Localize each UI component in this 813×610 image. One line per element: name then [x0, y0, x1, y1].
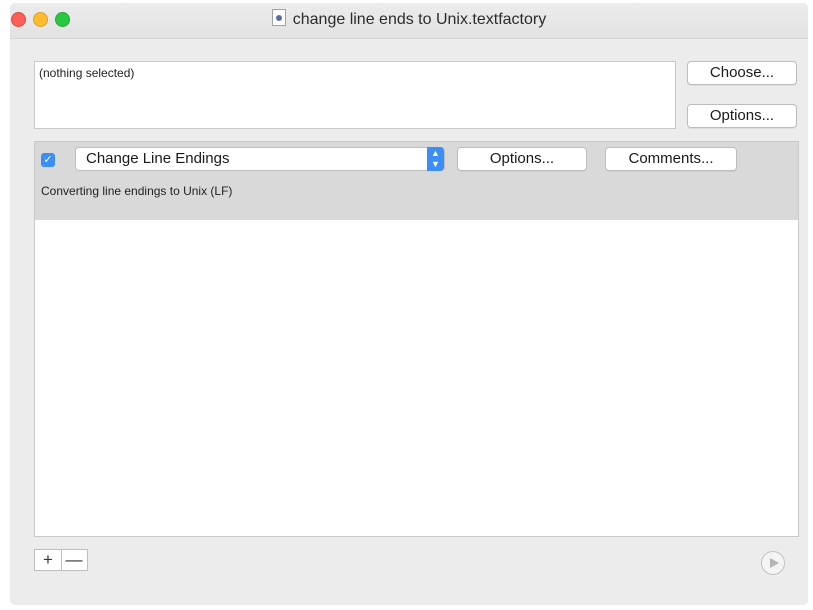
document-icon[interactable]: [271, 9, 286, 26]
title-bar[interactable]: change line ends to Unix.textfactory: [10, 3, 808, 39]
choose-button[interactable]: Choose...: [687, 61, 797, 85]
action-comments-button[interactable]: Comments...: [605, 147, 737, 171]
add-action-button[interactable]: +: [35, 550, 62, 570]
window-title-area: change line ends to Unix.textfactory: [10, 9, 808, 29]
action-type-popup[interactable]: Change Line Endings ▲ ▼: [75, 147, 445, 171]
add-remove-control: + —: [34, 549, 88, 571]
action-enabled-checkbox[interactable]: ✓: [41, 153, 55, 167]
action-type-label: Change Line Endings: [86, 150, 230, 167]
source-options-button[interactable]: Options...: [687, 104, 797, 128]
window: change line ends to Unix.textfactory (no…: [10, 3, 808, 605]
source-list[interactable]: (nothing selected): [34, 61, 676, 129]
window-title: change line ends to Unix.textfactory: [292, 11, 547, 28]
popup-arrows-icon: ▲ ▼: [427, 147, 444, 171]
remove-action-button[interactable]: —: [61, 550, 87, 570]
source-placeholder: (nothing selected): [39, 66, 135, 80]
action-list[interactable]: ✓ Change Line Endings ▲ ▼ Options... Comm…: [34, 141, 799, 537]
action-row[interactable]: ✓ Change Line Endings ▲ ▼ Options... Comm…: [35, 142, 798, 220]
play-icon: [770, 558, 779, 568]
action-description: Converting line endings to Unix (LF): [41, 184, 233, 198]
action-options-button[interactable]: Options...: [457, 147, 587, 171]
run-button[interactable]: [761, 551, 785, 575]
